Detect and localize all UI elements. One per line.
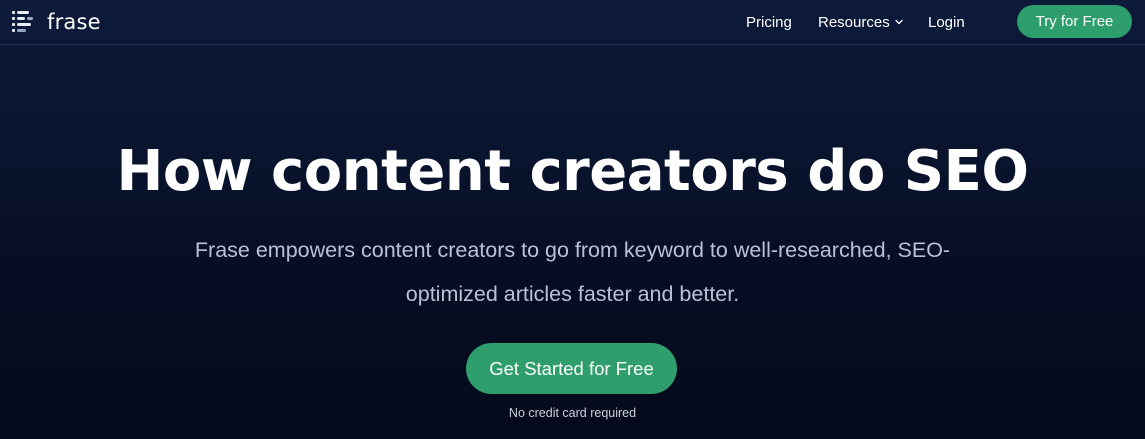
nav-link-label: Login xyxy=(928,13,965,31)
hero-subtitle: Frase empowers content creators to go fr… xyxy=(194,238,951,306)
nav-link-label: Pricing xyxy=(746,13,792,31)
no-credit-card-note: No credit card required xyxy=(508,406,637,420)
hero-title: How content creators do SEO xyxy=(116,139,1029,204)
chevron-down-icon xyxy=(895,19,903,25)
top-navigation: frase Pricing Resources Login Try for Fr… xyxy=(0,0,1145,45)
nav-link-pricing[interactable]: Pricing xyxy=(746,12,792,32)
nav-links: Pricing Resources Login xyxy=(0,0,1145,45)
nav-link-login[interactable]: Login xyxy=(928,12,965,32)
nav-link-resources[interactable]: Resources xyxy=(818,12,904,32)
get-started-button[interactable]: Get Started for Free xyxy=(466,343,677,394)
nav-link-label: Resources xyxy=(818,13,890,31)
try-for-free-button[interactable]: Try for Free xyxy=(1017,5,1132,38)
